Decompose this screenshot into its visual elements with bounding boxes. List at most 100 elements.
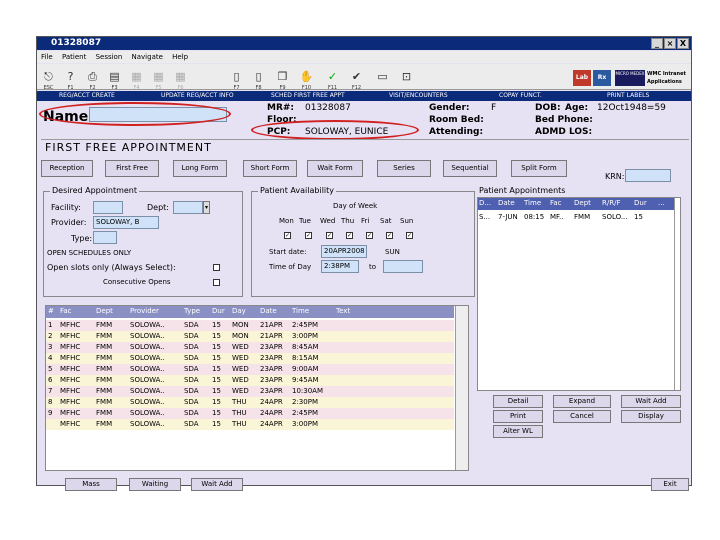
keyboard-icon[interactable]: ▤ F3 xyxy=(105,67,124,91)
krn-field[interactable] xyxy=(625,169,671,182)
time-from-field[interactable]: 2:38PM xyxy=(321,260,359,273)
wait-add-bottom-button[interactable]: Wait Add xyxy=(191,478,243,491)
tab-split-form[interactable]: Split Form xyxy=(511,160,567,177)
provider-field[interactable]: SOLOWAY, B xyxy=(93,216,159,229)
grid-icon[interactable]: ▦ F6 xyxy=(171,67,190,91)
col-header[interactable]: R/R/F xyxy=(602,198,620,208)
grid-icon[interactable]: ▦ F5 xyxy=(149,67,168,91)
lock-icon[interactable]: ⊡ xyxy=(397,67,416,87)
alter-wl-button[interactable]: Alter WL xyxy=(493,425,543,438)
col-header[interactable]: Type xyxy=(184,306,200,316)
escape-icon[interactable]: ⎋ ESC xyxy=(39,67,58,91)
checkmark-icon[interactable]: ✓ F11 xyxy=(323,67,342,91)
type-field[interactable] xyxy=(93,231,117,244)
dropdown-arrow-icon[interactable]: ▾ xyxy=(203,201,210,214)
close-button[interactable]: X xyxy=(677,38,689,49)
tab-first-free[interactable]: First Free xyxy=(105,160,159,177)
col-header[interactable]: # xyxy=(48,306,54,316)
wed-checkbox[interactable]: ✓ xyxy=(326,232,333,239)
document-icon[interactable]: ▯ F8 xyxy=(249,67,268,91)
nav-reg-acct-create[interactable]: REG/ACCT CREATE xyxy=(59,91,115,101)
table-row[interactable]: 8 MFHC FMM SOLOWA.. SDA 15 THU 24APR 2:30PM xyxy=(46,397,454,408)
detail-button[interactable]: Detail xyxy=(493,395,543,408)
intranet-button[interactable]: WMC Intranet Applications xyxy=(647,70,691,86)
lab-button[interactable]: Lab xyxy=(573,70,591,86)
table-row[interactable]: 9 MFHC FMM SOLOWA.. SDA 15 THU 24APR 2:45PM xyxy=(46,408,454,419)
col-header[interactable]: Date xyxy=(260,306,277,316)
col-header[interactable]: Provider xyxy=(130,306,159,316)
hand-icon[interactable]: ✋ F10 xyxy=(297,67,316,91)
col-header[interactable]: Day xyxy=(232,306,246,316)
open-slots-checkbox[interactable] xyxy=(213,264,220,271)
start-date-field[interactable]: 20APR2008 xyxy=(321,245,367,258)
mass-button[interactable]: Mass xyxy=(65,478,117,491)
col-header[interactable]: Dur xyxy=(212,306,225,316)
nav-sched-first-free[interactable]: SCHED FIRST FREE APPT xyxy=(271,91,345,101)
sun-checkbox[interactable]: ✓ xyxy=(406,232,413,239)
tue-checkbox[interactable]: ✓ xyxy=(305,232,312,239)
col-header[interactable]: Fac xyxy=(60,306,72,316)
restore-button[interactable]: × xyxy=(664,38,676,49)
menu-navigate[interactable]: Navigate xyxy=(132,53,163,61)
col-header[interactable]: Date xyxy=(498,198,515,208)
table-row[interactable]: 2 MFHC FMM SOLOWA.. SDA 15 MON 21APR 3:00PM xyxy=(46,331,454,342)
table-row[interactable]: 7 MFHC FMM SOLOWA.. SDA 15 WED 23APR 10:30AM xyxy=(46,386,454,397)
ok-icon[interactable]: ✔ F12 xyxy=(347,67,366,91)
menu-session[interactable]: Session xyxy=(96,53,123,61)
results-scrollbar[interactable] xyxy=(455,306,468,470)
mon-checkbox[interactable]: ✓ xyxy=(284,232,291,239)
facility-field[interactable] xyxy=(93,201,123,214)
files-icon[interactable]: ❐ F9 xyxy=(273,67,292,91)
tab-series[interactable]: Series xyxy=(377,160,431,177)
col-header[interactable]: D... xyxy=(479,198,491,208)
col-header[interactable]: Dur xyxy=(634,198,647,208)
menu-file[interactable]: File xyxy=(41,53,53,61)
table-row[interactable]: 3 MFHC FMM SOLOWA.. SDA 15 WED 23APR 8:45AM xyxy=(46,342,454,353)
fri-checkbox[interactable]: ✓ xyxy=(366,232,373,239)
nav-update-reg-acct[interactable]: UPDATE REG/ACCT INFO xyxy=(161,91,234,101)
micromedex-button[interactable]: MICRO MEDEX xyxy=(615,70,645,86)
table-row[interactable]: 6 MFHC FMM SOLOWA.. SDA 15 WED 23APR 9:45AM xyxy=(46,375,454,386)
document-icon[interactable]: ▯ F7 xyxy=(227,67,246,91)
tab-long-form[interactable]: Long Form xyxy=(173,160,227,177)
nav-print-labels[interactable]: PRINT LABELS xyxy=(607,91,649,101)
col-header[interactable]: Dept xyxy=(96,306,113,316)
tab-reception[interactable]: Reception xyxy=(41,160,93,177)
expand-button[interactable]: Expand xyxy=(553,395,611,408)
sat-checkbox[interactable]: ✓ xyxy=(386,232,393,239)
minimize-button[interactable]: _ xyxy=(651,38,663,49)
col-header[interactable]: Text xyxy=(336,306,350,316)
table-row[interactable]: 5 MFHC FMM SOLOWA.. SDA 15 WED 23APR 9:00AM xyxy=(46,364,454,375)
tab-short-form[interactable]: Short Form xyxy=(243,160,297,177)
col-header[interactable]: Dept xyxy=(574,198,591,208)
menu-patient[interactable]: Patient xyxy=(62,53,86,61)
wait-add-button[interactable]: Wait Add xyxy=(621,395,681,408)
col-header[interactable]: Time xyxy=(524,198,541,208)
table-row[interactable]: MFHC FMM SOLOWA.. SDA 15 THU 24APR 3:00PM xyxy=(46,419,454,430)
tab-sequential[interactable]: Sequential xyxy=(443,160,497,177)
grid-icon[interactable]: ▦ F4 xyxy=(127,67,146,91)
waiting-button[interactable]: Waiting xyxy=(129,478,181,491)
table-row[interactable]: 1 MFHC FMM SOLOWA.. SDA 15 MON 21APR 2:45PM xyxy=(46,320,454,331)
menu-help[interactable]: Help xyxy=(172,53,188,61)
display-button[interactable]: Display xyxy=(621,410,681,423)
table-row[interactable]: 4 MFHC FMM SOLOWA.. SDA 15 WED 23APR 8:15AM xyxy=(46,353,454,364)
cancel-button[interactable]: Cancel xyxy=(553,410,611,423)
nav-copay-funct[interactable]: COPAY FUNCT. xyxy=(499,91,542,101)
dept-field[interactable] xyxy=(173,201,203,214)
help-icon[interactable]: ? F1 xyxy=(61,67,80,91)
print-button[interactable]: Print xyxy=(493,410,543,423)
col-header[interactable]: Time xyxy=(292,306,309,316)
col-header[interactable]: ... xyxy=(658,198,665,208)
consecutive-opens-checkbox[interactable] xyxy=(213,279,220,286)
exit-button[interactable]: Exit xyxy=(651,478,689,491)
tab-wait-form[interactable]: Wait Form xyxy=(307,160,363,177)
printer-icon[interactable]: ⎙ F2 xyxy=(83,67,102,91)
col-header[interactable]: Fac xyxy=(550,198,562,208)
thu-checkbox[interactable]: ✓ xyxy=(346,232,353,239)
monitor-icon[interactable]: ▭ xyxy=(373,67,392,87)
rx-button[interactable]: Rx xyxy=(593,70,611,86)
appointments-scrollbar[interactable] xyxy=(674,198,680,390)
nav-visit-encounters[interactable]: VISIT/ENCOUNTERS xyxy=(389,91,448,101)
time-to-field[interactable] xyxy=(383,260,423,273)
